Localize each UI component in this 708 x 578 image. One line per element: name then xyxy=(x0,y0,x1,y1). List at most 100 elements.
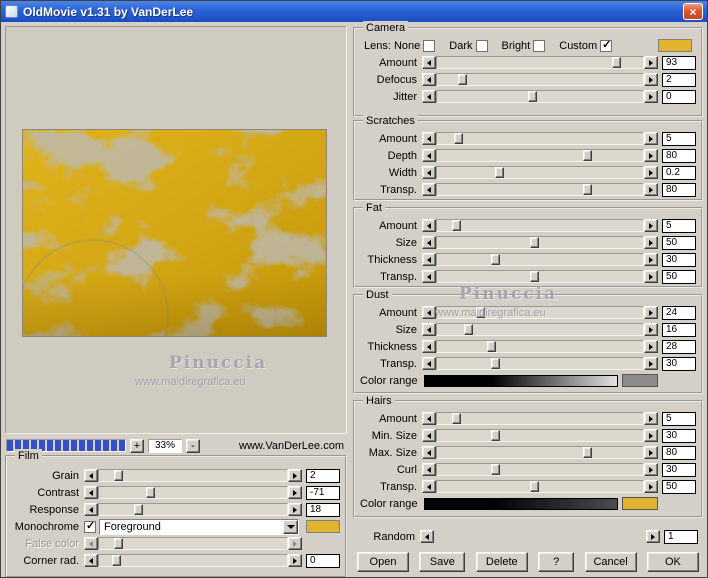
slider-track[interactable] xyxy=(436,149,644,162)
cancel-button[interactable]: Cancel xyxy=(584,552,637,572)
slider-left-arrow-button[interactable] xyxy=(422,463,436,476)
slider-left-arrow-button[interactable] xyxy=(84,469,98,482)
slider-track[interactable] xyxy=(436,429,644,442)
slider-value-box[interactable]: 0 xyxy=(306,553,340,568)
slider-right-arrow-button[interactable] xyxy=(644,149,658,162)
slider-track[interactable] xyxy=(436,56,644,69)
slider-right-arrow-button[interactable] xyxy=(646,530,660,543)
slider-left-arrow-button[interactable] xyxy=(422,357,436,370)
slider-thumb[interactable] xyxy=(490,464,500,475)
scratches-transp-slider[interactable]: Transp. 80 xyxy=(355,181,701,198)
custom-color-swatch[interactable] xyxy=(658,39,692,52)
dust-thickness-slider[interactable]: Thickness 28 xyxy=(355,338,701,355)
slider-value-box[interactable]: 16 xyxy=(662,322,696,337)
hairs-min-size-slider[interactable]: Min. Size 30 xyxy=(355,427,701,444)
hairs-transp-slider[interactable]: Transp. 50 xyxy=(355,478,701,495)
fat-amount-slider[interactable]: Amount 5 xyxy=(355,217,701,234)
slider-track[interactable] xyxy=(436,412,644,425)
slider-thumb[interactable] xyxy=(529,481,539,492)
slider-left-arrow-button[interactable] xyxy=(422,183,436,196)
slider-right-arrow-button[interactable] xyxy=(644,183,658,196)
hairs-curl-slider[interactable]: Curl 30 xyxy=(355,461,701,478)
slider-thumb[interactable] xyxy=(451,220,461,231)
zoom-out-button[interactable]: - xyxy=(186,438,200,453)
color-range-swatch[interactable] xyxy=(622,374,658,387)
slider-track[interactable] xyxy=(436,323,644,336)
slider-right-arrow-button[interactable] xyxy=(644,219,658,232)
slider-right-arrow-button[interactable] xyxy=(644,323,658,336)
slider-track[interactable] xyxy=(436,340,644,353)
slider-value-box[interactable]: 2 xyxy=(662,72,696,87)
hairs-max-size-slider[interactable]: Max. Size 80 xyxy=(355,444,701,461)
slider-track[interactable] xyxy=(436,306,644,319)
delete-button[interactable]: Delete xyxy=(475,552,528,572)
slider-value-box[interactable]: 0 xyxy=(662,89,696,104)
slider-value-box[interactable]: 50 xyxy=(662,269,696,284)
slider-track[interactable] xyxy=(436,253,644,266)
help-button[interactable]: ? xyxy=(538,552,575,572)
slider-right-arrow-button[interactable] xyxy=(644,73,658,86)
slider-left-arrow-button[interactable] xyxy=(422,236,436,249)
slider-left-arrow-button[interactable] xyxy=(422,90,436,103)
slider-track[interactable] xyxy=(436,219,644,232)
slider-value-box[interactable]: 30 xyxy=(662,428,696,443)
title-bar[interactable]: OldMovie v1.31 by VanDerLee × xyxy=(1,1,707,22)
slider-left-arrow-button[interactable] xyxy=(422,166,436,179)
dust-size-slider[interactable]: Size 16 xyxy=(355,321,701,338)
zoom-in-button[interactable]: + xyxy=(130,438,144,453)
slider-thumb[interactable] xyxy=(490,430,500,441)
slider-value-box[interactable]: 2 xyxy=(306,468,340,483)
slider-thumb[interactable] xyxy=(527,91,537,102)
fat-transp-slider[interactable]: Transp. 50 xyxy=(355,268,701,285)
scratches-width-slider[interactable]: Width 0.2 xyxy=(355,164,701,181)
slider-right-arrow-button[interactable] xyxy=(644,412,658,425)
slider-track[interactable] xyxy=(98,486,288,499)
color-range-gradient[interactable] xyxy=(424,497,618,510)
slider-value-box[interactable]: 80 xyxy=(662,182,696,197)
slider-value-box[interactable]: 5 xyxy=(662,131,696,146)
slider-thumb[interactable] xyxy=(453,133,463,144)
slider-thumb[interactable] xyxy=(529,271,539,282)
slider-right-arrow-button[interactable] xyxy=(288,554,302,567)
slider-right-arrow-button[interactable] xyxy=(288,503,302,516)
slider-right-arrow-button[interactable] xyxy=(644,306,658,319)
slider-value-box[interactable]: 0.2 xyxy=(662,165,696,180)
slider-thumb[interactable] xyxy=(145,487,155,498)
slider-thumb[interactable] xyxy=(583,447,593,458)
slider-right-arrow-button[interactable] xyxy=(644,480,658,493)
preview-image[interactable] xyxy=(17,129,327,391)
slider-right-arrow-button[interactable] xyxy=(644,357,658,370)
slider-right-arrow-button[interactable] xyxy=(644,166,658,179)
camera-amount-slider[interactable]: Amount 93 xyxy=(355,54,701,71)
slider-left-arrow-button[interactable] xyxy=(422,56,436,69)
slider-left-arrow-button[interactable] xyxy=(84,503,98,516)
color-range-swatch[interactable] xyxy=(622,497,658,510)
slider-left-arrow-button[interactable] xyxy=(422,73,436,86)
scratches-amount-slider[interactable]: Amount 5 xyxy=(355,130,701,147)
film-grain-slider[interactable]: Grain 2 xyxy=(7,467,345,484)
slider-left-arrow-button[interactable] xyxy=(422,149,436,162)
slider-thumb[interactable] xyxy=(476,307,486,318)
slider-thumb[interactable] xyxy=(134,504,144,515)
slider-track[interactable] xyxy=(436,270,644,283)
slider-right-arrow-button[interactable] xyxy=(644,463,658,476)
slider-value-box[interactable]: 24 xyxy=(662,305,696,320)
monochrome-color-swatch[interactable] xyxy=(306,520,340,533)
slider-left-arrow-button[interactable] xyxy=(422,270,436,283)
slider-track[interactable] xyxy=(436,446,644,459)
slider-right-arrow-button[interactable] xyxy=(644,270,658,283)
slider-value-box[interactable]: 80 xyxy=(662,445,696,460)
slider-value-box[interactable]: 30 xyxy=(662,252,696,267)
slider-track[interactable] xyxy=(436,463,644,476)
slider-thumb[interactable] xyxy=(486,341,496,352)
slider-right-arrow-button[interactable] xyxy=(288,469,302,482)
fat-size-slider[interactable]: Size 50 xyxy=(355,234,701,251)
slider-left-arrow-button[interactable] xyxy=(84,554,98,567)
monochrome-checkbox[interactable] xyxy=(84,519,96,533)
slider-value-box[interactable]: 5 xyxy=(662,411,696,426)
hairs-color-range[interactable]: Color range xyxy=(355,495,701,512)
slider-left-arrow-button[interactable] xyxy=(422,412,436,425)
vanderlee-link[interactable]: www.VanDerLee.com xyxy=(239,440,346,452)
slider-left-arrow-button[interactable] xyxy=(84,486,98,499)
slider-value-box[interactable]: 30 xyxy=(662,462,696,477)
